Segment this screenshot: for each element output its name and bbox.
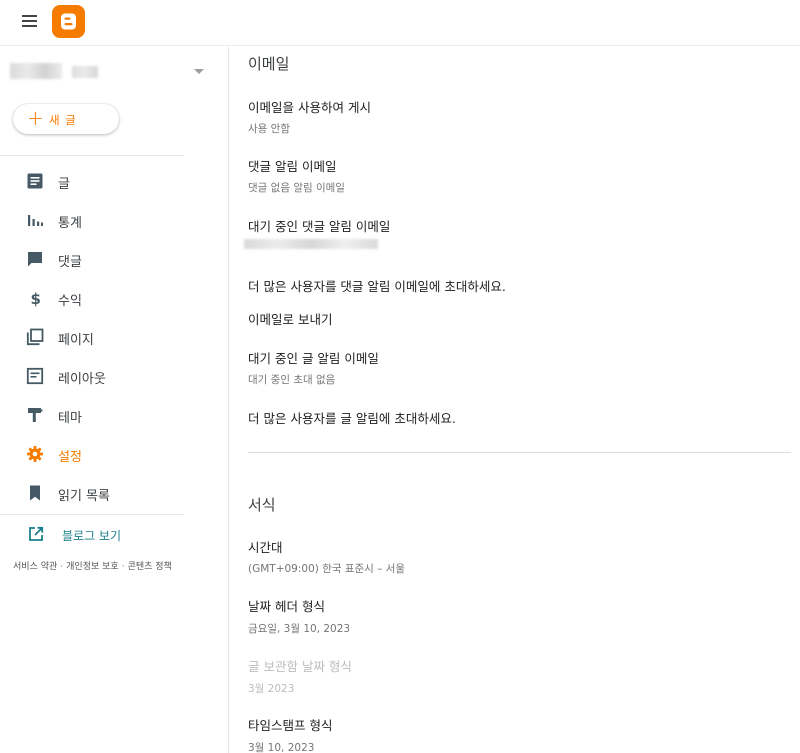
- blog-selector-dropdown[interactable]: [10, 63, 210, 83]
- sidebar-item-label: 글: [58, 177, 70, 192]
- caret-down-icon: [194, 69, 204, 74]
- sidebar-item-label: 레이아웃: [58, 372, 106, 387]
- date-header-format-setting[interactable]: 날짜 헤더 형식: [248, 596, 325, 615]
- settings-icon: [27, 446, 43, 462]
- settings-main: 이메일 이메일을 사용하여 게시 사용 안함 댓글 알림 이메일 댓글 없음 알…: [230, 47, 800, 753]
- footer-separator: ·: [60, 562, 64, 572]
- pending-post-notify-value: 대기 중인 초대 없음: [248, 374, 336, 386]
- sidebar-item-label: 댓글: [58, 255, 82, 270]
- sidebar-item-label: 통계: [58, 216, 82, 231]
- footer-separator: ·: [121, 562, 125, 572]
- footer-links: 서비스 약관 · 개인정보 보호 · 콘텐츠 정책: [13, 559, 172, 572]
- hamburger-menu-icon[interactable]: [20, 12, 40, 32]
- format-section-title: 서식: [248, 496, 276, 514]
- sidebar-item-stats[interactable]: 통계: [0, 203, 229, 237]
- pending-post-notify-setting[interactable]: 대기 중인 글 알림 이메일: [248, 348, 379, 367]
- sidebar-item-earnings[interactable]: $ 수익: [0, 281, 229, 315]
- content-policy-link[interactable]: 콘텐츠 정책: [128, 562, 172, 572]
- sidebar-item-settings[interactable]: 설정: [0, 437, 229, 471]
- posts-icon: [27, 173, 43, 189]
- sidebar: + 새 글 글 통계 댓글 $ 수익 페이지 레이아웃 테마 설정 읽기 목록 …: [0, 47, 229, 753]
- terms-link[interactable]: 서비스 약관: [13, 562, 57, 572]
- top-app-bar: [0, 0, 800, 46]
- sidebar-item-label: 읽기 목록: [58, 489, 110, 504]
- privacy-link[interactable]: 개인정보 보호: [66, 562, 119, 572]
- invite-post-notify-link[interactable]: 더 많은 사용자를 글 알림에 초대하세요.: [248, 408, 456, 427]
- view-blog-link[interactable]: 블로그 보기: [0, 520, 229, 548]
- open-in-new-icon: [29, 526, 44, 541]
- theme-icon: [28, 408, 43, 422]
- sidebar-divider: [0, 514, 184, 515]
- comment-notify-setting[interactable]: 댓글 알림 이메일: [248, 156, 336, 175]
- view-blog-label: 블로그 보기: [62, 529, 122, 543]
- sidebar-item-label: 페이지: [58, 333, 94, 348]
- stats-icon: [28, 215, 43, 226]
- plus-icon: +: [27, 106, 44, 130]
- timestamp-format-value: 3월 10, 2023: [248, 742, 315, 753]
- comments-icon: [28, 252, 42, 267]
- timezone-setting[interactable]: 시간대: [248, 537, 283, 556]
- blogger-logo-icon[interactable]: [52, 5, 85, 38]
- archive-date-format-setting: 글 보관함 날짜 형식: [248, 659, 352, 674]
- blurred-email-address: [244, 239, 378, 249]
- earnings-icon: $: [31, 290, 41, 307]
- sidebar-item-comments[interactable]: 댓글: [0, 242, 229, 276]
- sidebar-divider: [0, 155, 184, 156]
- invite-comment-notify-link[interactable]: 더 많은 사용자를 댓글 알림 이메일에 초대하세요.: [248, 276, 506, 295]
- new-post-button[interactable]: + 새 글: [13, 104, 119, 134]
- comment-notify-value: 댓글 없음 알림 이메일: [248, 182, 345, 194]
- post-by-email-value: 사용 안함: [248, 123, 290, 135]
- new-post-label: 새 글: [49, 113, 77, 127]
- section-divider: [248, 452, 791, 453]
- archive-date-format-value: 3월 2023: [248, 683, 295, 695]
- post-by-email-setting[interactable]: 이메일을 사용하여 게시: [248, 97, 371, 116]
- sidebar-item-posts[interactable]: 글: [0, 164, 229, 198]
- email-section-title: 이메일: [248, 55, 290, 73]
- reading-list-icon: [30, 485, 40, 501]
- pages-icon: [26, 328, 44, 346]
- sidebar-item-theme[interactable]: 테마: [0, 398, 229, 432]
- layout-icon: [26, 367, 44, 385]
- sidebar-item-pages[interactable]: 페이지: [0, 320, 229, 354]
- date-header-format-value: 금요일, 3월 10, 2023: [248, 623, 351, 635]
- sidebar-item-label: 테마: [58, 411, 82, 426]
- blurred-blog-name: [10, 63, 62, 79]
- svg-text:$: $: [31, 290, 41, 307]
- sidebar-item-label: 설정: [58, 450, 82, 465]
- blurred-blog-name-suffix: [72, 66, 98, 78]
- timestamp-format-setting[interactable]: 타임스탬프 형식: [248, 715, 332, 734]
- sidebar-item-reading-list[interactable]: 읽기 목록: [0, 476, 229, 510]
- sidebar-item-label: 수익: [58, 294, 82, 309]
- email-posts-setting[interactable]: 이메일로 보내기: [248, 309, 332, 328]
- timezone-value: (GMT+09:00) 한국 표준시 – 서울: [248, 563, 406, 575]
- pending-comment-notify-setting[interactable]: 대기 중인 댓글 알림 이메일: [248, 216, 390, 235]
- sidebar-item-layout[interactable]: 레이아웃: [0, 359, 229, 393]
